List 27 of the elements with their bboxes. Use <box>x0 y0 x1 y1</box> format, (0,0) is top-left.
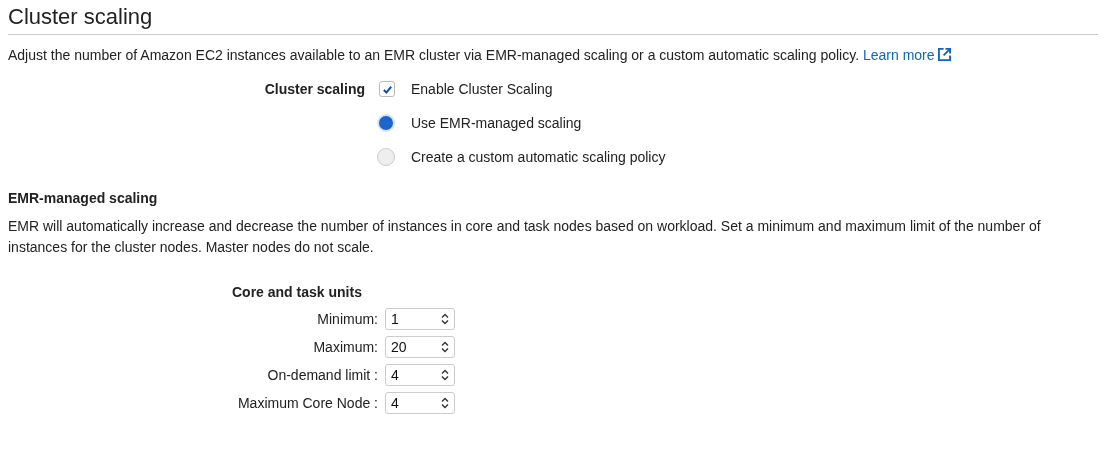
description: EMR will automatically increase and decrease the number of instances in core and task nodes based on workload. Set a minimum and maximum limit of the number of instances for the cluster nodes. Master nodes do not scale. <box>8 217 1042 257</box>
field-label: Minimum: <box>316 311 378 327</box>
number-input[interactable]: 1 <box>385 308 455 330</box>
learn-more-link[interactable]: Learn more <box>862 47 952 63</box>
group-heading: Core and task units <box>232 284 363 300</box>
stepper-arrows-icon[interactable] <box>441 313 449 325</box>
check-icon <box>381 83 393 95</box>
number-input[interactable]: 20 <box>385 336 455 358</box>
stepper-arrows-icon[interactable] <box>441 341 449 353</box>
field-label: Maximum: <box>312 339 378 355</box>
field-label: Maximum Core Node : <box>236 395 378 411</box>
number-input[interactable]: 4 <box>385 364 455 386</box>
section-heading: EMR-managed scaling <box>8 190 159 206</box>
number-input[interactable]: 4 <box>385 392 455 414</box>
option-label: Enable Cluster Scaling <box>411 81 553 97</box>
field-label: On-demand limit : <box>266 367 378 383</box>
stepper-arrows-icon[interactable] <box>441 369 449 381</box>
radio-button[interactable] <box>377 114 395 132</box>
option-label: Create a custom automatic scaling policy <box>411 149 666 165</box>
external-link-icon <box>938 48 952 61</box>
stepper-arrows-icon[interactable] <box>441 397 449 409</box>
radio-button[interactable] <box>377 148 395 166</box>
field-label: Cluster scaling <box>263 80 365 99</box>
option-label: Use EMR-managed scaling <box>411 115 582 131</box>
section-title: Cluster scaling <box>8 4 1098 35</box>
description: Adjust the number of Amazon EC2 instances available to an EMR cluster via EMR-managed scaling or a custom automatic scaling policy. Learn more <box>8 45 1098 66</box>
checkbox[interactable] <box>379 81 395 97</box>
